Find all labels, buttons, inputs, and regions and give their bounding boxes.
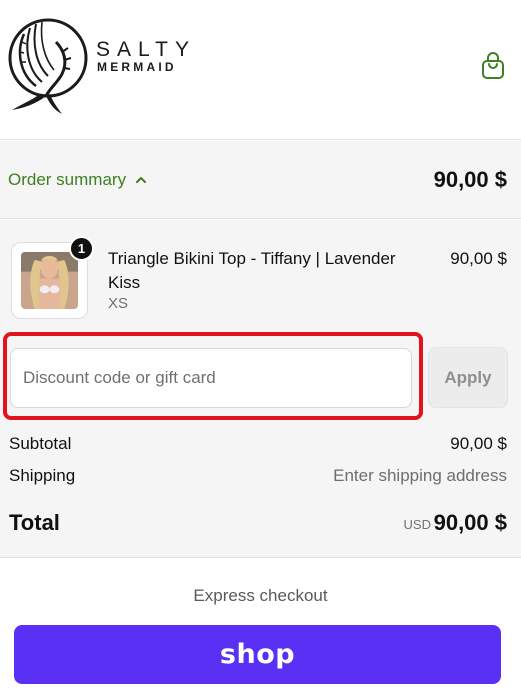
header: SALTY MERMAID [0,0,521,140]
total-value: 90,00 $ [433,510,507,535]
product-variant: XS [108,295,129,312]
shop-pay-label: shop [219,639,296,670]
quantity-badge: 1 [69,236,94,261]
shipping-value: Enter shipping address [333,466,507,485]
product-image [21,252,78,309]
shipping-label: Shipping [9,466,76,485]
subtotal-label: Subtotal [9,434,72,453]
order-summary-label: Order summary [8,170,127,189]
discount-code-input[interactable] [10,348,412,408]
chevron-up-icon [136,177,147,183]
total-currency: USD [403,517,431,532]
product-price: 90,00 $ [450,249,507,268]
subtotal-value: 90,00 $ [450,434,507,453]
shopping-bag-icon[interactable] [480,51,506,81]
order-summary-label-group[interactable]: Order summary [8,170,148,190]
brand-name-line1: SALTY [96,38,196,61]
order-details: 1 Triangle Bikini Top - Tiffany | Lavend… [0,220,521,558]
product-name: Triangle Bikini Top - Tiffany | Lavender… [108,249,396,292]
order-summary-total: 90,00 $ [433,167,507,192]
mermaid-logo-icon [8,18,88,114]
shop-pay-button[interactable]: shop [14,625,501,684]
express-checkout-label: Express checkout [193,586,328,605]
apply-discount-button[interactable]: Apply [428,347,508,408]
total-label: Total [9,510,60,535]
order-summary-toggle[interactable]: Order summary 90,00 $ [0,141,521,219]
brand-name-line2: MERMAID [97,60,177,74]
